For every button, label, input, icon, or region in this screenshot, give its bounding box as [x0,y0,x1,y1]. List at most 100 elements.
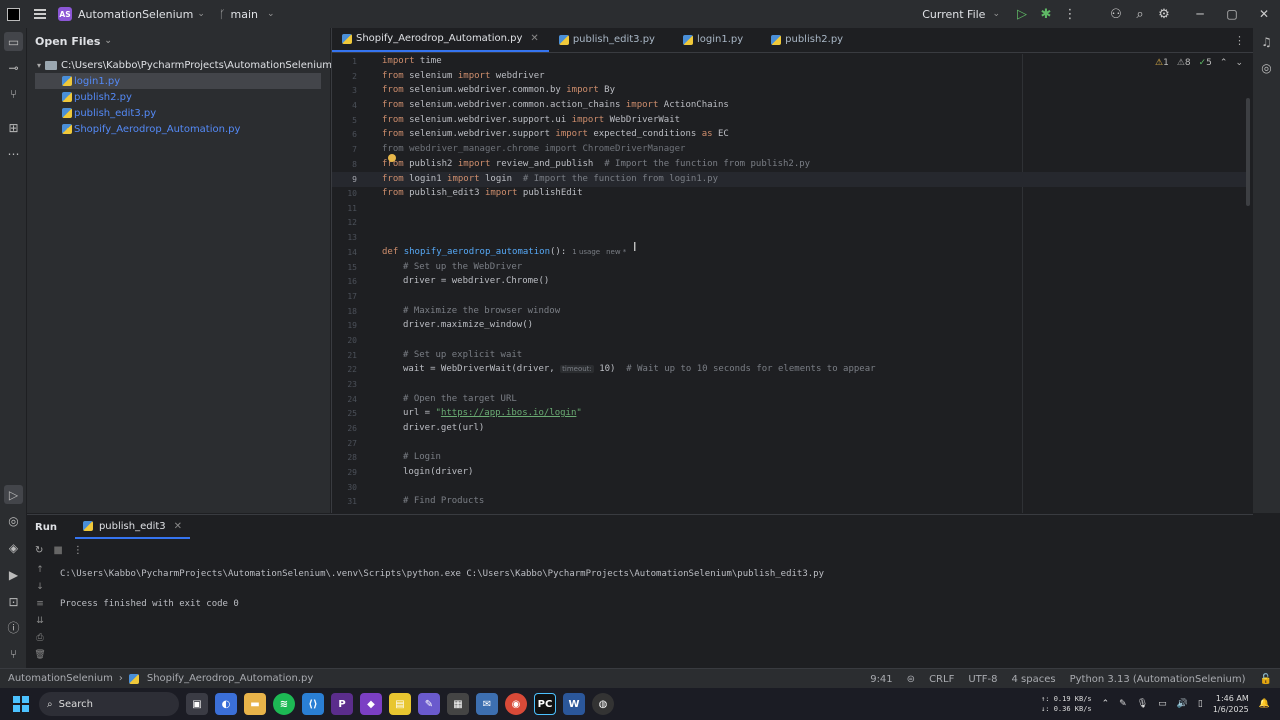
rerun-icon[interactable]: ↻ [35,545,43,556]
clear-icon[interactable]: 🗑 [27,650,53,667]
battery-icon[interactable]: ▯ [1198,699,1203,709]
tray-overflow-icon[interactable]: ⌃ [1102,699,1110,709]
network-icon[interactable]: ▭ [1158,699,1167,709]
caret-position[interactable]: 9:41 [870,674,892,685]
print-icon[interactable]: ⎙ [27,633,53,650]
line-separator[interactable]: CRLF [929,674,954,685]
run-tab-publish-edit3[interactable]: publish_edit3 ✕ [74,515,191,539]
tab-shopify-aerodrop[interactable]: Shopify_Aerodrop_Automation.py ✕ [332,27,549,52]
vscode-icon[interactable]: ⟨⟩ [302,693,324,715]
code-line: driver.get(url) [403,423,485,433]
spotify-icon[interactable]: ≋ [273,693,295,715]
more-icon[interactable]: ⋮ [73,545,83,556]
tab-login1[interactable]: login1.py [673,27,753,52]
file-explorer-icon[interactable]: ▬ [244,693,266,715]
pen-app-icon[interactable]: ✎ [418,693,440,715]
clock-time: 1:46 AM [1215,694,1249,703]
microphone-icon[interactable]: 🎙 [1137,699,1148,709]
word-icon[interactable]: W [563,693,585,715]
more-icon[interactable]: ⋮ [1058,0,1082,28]
breadcrumb-project[interactable]: AutomationSelenium [8,673,113,684]
copilot-icon[interactable]: ◐ [215,693,237,715]
pycharm-taskbar-icon[interactable]: PC [534,693,556,715]
github-desktop-icon[interactable]: ◍ [592,693,614,715]
branch-switcher[interactable]: ᚴ main ⌄ [219,8,275,21]
commit-icon[interactable]: ⊸ [4,58,23,77]
taskbar-search[interactable]: ⌕ Search [39,692,179,716]
pull-requests-icon[interactable]: ⑂ [4,84,23,103]
author-hint: new * [606,248,627,256]
project-switcher[interactable]: AutomationSelenium [78,8,193,21]
usage-hint: 1 usage [572,248,601,256]
volume-icon[interactable]: 🔊 [1177,699,1188,709]
run-tool-icon[interactable]: ▷ [4,485,23,504]
windows-start-icon[interactable] [13,696,29,712]
ai-assistant-icon[interactable]: ◎ [1257,58,1276,77]
main-menu-icon[interactable] [34,7,46,22]
terminal-icon[interactable]: ⊡ [4,592,23,611]
scroll-to-end-icon[interactable]: ⇊ [27,616,53,633]
search-icon[interactable]: ⌕ [1128,0,1152,28]
notifications-icon[interactable]: ♫ [1257,32,1276,51]
soft-wrap-icon[interactable]: ≡ [27,599,53,616]
code-line: driver.maximize_window() [403,320,534,330]
structure-icon[interactable]: ⊞ [4,118,23,137]
tree-file-publish2[interactable]: publish2.py [35,89,132,105]
console-output[interactable]: C:\Users\Kabbo\PycharmProjects\Automatio… [60,567,824,612]
close-tab-icon[interactable]: ✕ [174,521,182,532]
mail-icon[interactable]: ✉ [476,693,498,715]
tree-file-login1[interactable]: login1.py [35,73,321,89]
debug-icon[interactable]: ✱ [1034,0,1058,28]
minimize-icon[interactable]: ─ [1184,0,1216,28]
run-config-label: Current File [922,7,986,21]
clock[interactable]: 1:46 AM 1/6/2025 [1213,693,1249,715]
lock-icon[interactable]: 🔓 [1260,674,1272,685]
line-number: 21 [347,351,357,360]
pen-tray-icon[interactable]: ✎ [1119,699,1127,709]
version-control-icon[interactable]: ⑂ [4,644,23,663]
python-packages-icon[interactable]: ◈ [4,538,23,557]
visual-studio-icon[interactable]: ◆ [360,693,382,715]
scroll-down-icon[interactable]: ↓ [27,582,53,599]
task-view-icon[interactable]: ▣ [186,693,208,715]
tab-publish2[interactable]: publish2.py [761,27,853,52]
project-panel-header[interactable]: Open Files ⌄ [27,28,330,54]
tab-options-icon[interactable]: ⋮ [1234,34,1245,47]
parameter-hint: timeout: [560,365,594,373]
run-icon[interactable]: ▷ [1010,0,1034,28]
expand-arrow-icon[interactable]: ▾ [37,61,41,70]
settings-gear-icon[interactable]: ⚙ [1152,0,1176,28]
services-icon[interactable]: ▶ [4,565,23,584]
code-area[interactable]: 1 2 3 4 5 6 7 8 9 10 11 12 13 14 15 16 17 18 19 20 21 22 23 24 2… [332,54,1254,513]
add-user-icon[interactable]: ⚇ [1104,0,1128,28]
project-folder-icon[interactable]: ▭ [4,32,23,51]
run-config-selector[interactable]: Current File ⌄ [922,8,1000,21]
dev-app-icon[interactable]: P [331,693,353,715]
tree-file-publish-edit3[interactable]: publish_edit3.py [35,105,156,121]
intention-bulb-icon[interactable] [388,154,396,162]
notification-bell-icon[interactable]: 🔔 [1259,699,1270,709]
tab-publish-edit3[interactable]: publish_edit3.py [549,27,665,52]
scroll-up-icon[interactable]: ↑ [27,565,53,582]
vcs-icon[interactable]: ⊜ [907,674,915,685]
chrome-icon[interactable]: ◉ [505,693,527,715]
maximize-icon[interactable]: ▢ [1216,0,1248,28]
file-encoding[interactable]: UTF-8 [968,674,997,685]
more-tools-icon[interactable]: ⋯ [4,144,23,163]
tree-file-shopify-aerodrop[interactable]: Shopify_Aerodrop_Automation.py [35,121,240,137]
code-line: from publish2 import review_and_publish … [382,159,811,169]
problems-icon[interactable]: ⓘ [4,618,23,637]
python-console-icon[interactable]: ◎ [4,511,23,530]
tree-root-folder[interactable]: ▾ C:\Users\Kabbo\PycharmProjects\Automat… [35,57,332,73]
file-label: Shopify_Aerodrop_Automation.py [74,123,241,135]
breadcrumb-file[interactable]: Shopify_Aerodrop_Automation.py [147,673,313,684]
store-icon[interactable]: ▦ [447,693,469,715]
indent-setting[interactable]: 4 spaces [1011,674,1055,685]
sticky-notes-icon[interactable]: ▤ [389,693,411,715]
close-tab-icon[interactable]: ✕ [530,33,538,44]
stop-icon[interactable]: ■ [53,545,62,556]
editor-scrollbar[interactable] [1246,98,1250,206]
windows-taskbar: ⌕ Search ▣ ◐ ▬ ≋ ⟨⟩ P ◆ ▤ ✎ ▦ ✉ ◉ PC W ◍… [0,688,1280,720]
close-icon[interactable]: ✕ [1248,0,1280,28]
python-interpreter[interactable]: Python 3.13 (AutomationSelenium) [1070,674,1246,685]
